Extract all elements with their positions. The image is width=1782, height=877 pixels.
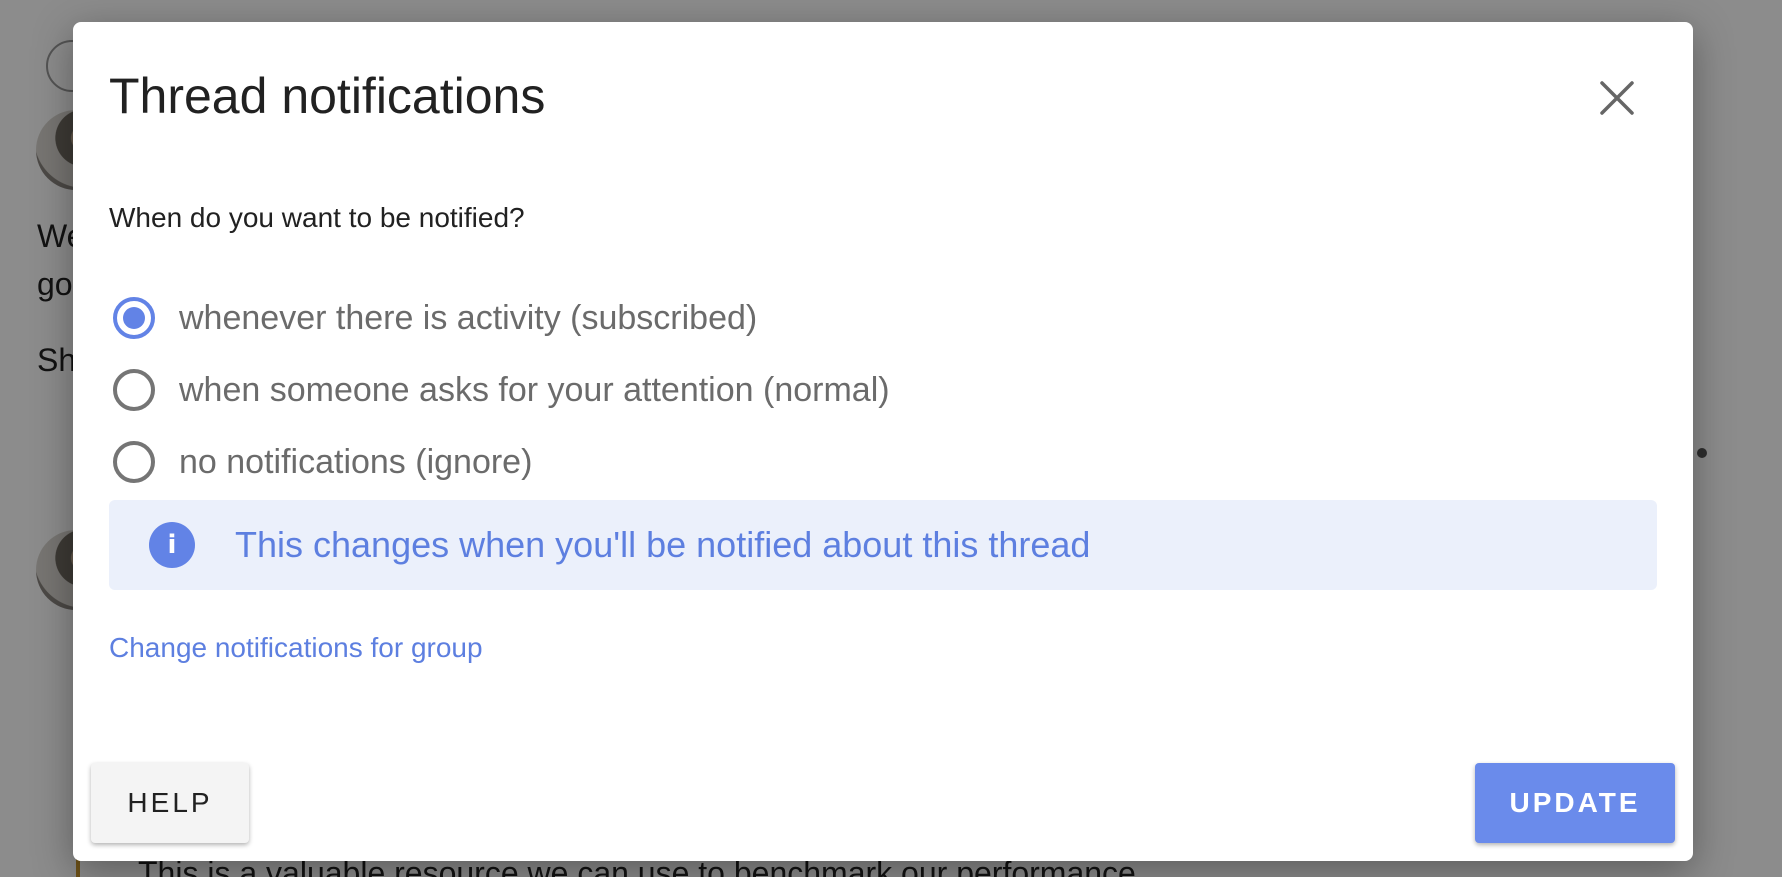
info-icon: i xyxy=(149,522,195,568)
help-button[interactable]: HELP xyxy=(91,763,249,843)
option-subscribed[interactable]: whenever there is activity (subscribed) xyxy=(109,282,890,354)
page: We go Sh This is a valuable resource we … xyxy=(0,0,1782,877)
thread-notifications-dialog: Thread notifications When do you want to… xyxy=(73,22,1693,861)
option-label: whenever there is activity (subscribed) xyxy=(179,298,758,337)
info-text: This changes when you'll be notified abo… xyxy=(235,524,1091,565)
question-label: When do you want to be notified? xyxy=(109,202,525,233)
radio-ignore[interactable] xyxy=(113,441,155,483)
option-label: when someone asks for your attention (no… xyxy=(179,370,890,409)
option-ignore[interactable]: no notifications (ignore) xyxy=(109,426,890,498)
close-button[interactable] xyxy=(1591,72,1643,124)
info-banner: i This changes when you'll be notified a… xyxy=(109,500,1657,590)
option-label: no notifications (ignore) xyxy=(179,442,533,481)
option-normal[interactable]: when someone asks for your attention (no… xyxy=(109,354,890,426)
change-group-notifications-link[interactable]: Change notifications for group xyxy=(109,632,483,664)
radio-normal[interactable] xyxy=(113,369,155,411)
radio-subscribed[interactable] xyxy=(113,297,155,339)
close-icon xyxy=(1600,81,1634,115)
dialog-title: Thread notifications xyxy=(109,68,546,124)
update-button[interactable]: UPDATE xyxy=(1475,763,1675,843)
notification-options: whenever there is activity (subscribed) … xyxy=(109,282,890,498)
